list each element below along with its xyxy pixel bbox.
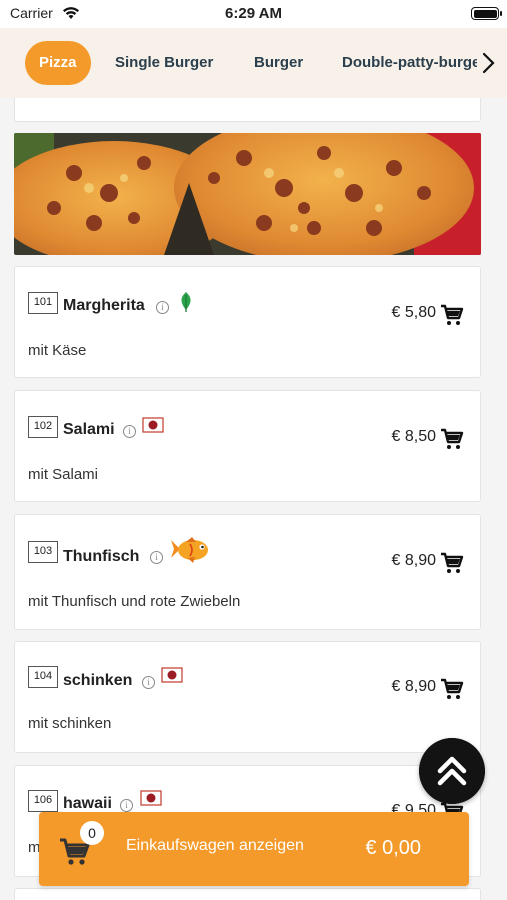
item-price: € 8,50 (391, 428, 436, 445)
meat-icon (142, 417, 164, 433)
item-number: 106 (28, 790, 58, 812)
tab-burger[interactable]: Burger (254, 41, 303, 85)
item-number: 104 (28, 666, 58, 688)
item-price: € 5,80 (391, 304, 436, 321)
tab-double-patty-burger[interactable]: Double-patty-burger (342, 41, 486, 85)
leaf-icon (181, 292, 191, 312)
clock: 6:29 AM (225, 5, 282, 22)
previous-card (14, 98, 481, 122)
item-description: mit schinken (28, 715, 112, 732)
view-cart-button[interactable]: 0 Einkaufswagen anzeigen € 0,00 (39, 812, 469, 886)
item-name: Salami (63, 421, 115, 438)
info-icon[interactable]: i (150, 551, 163, 564)
meat-icon (140, 790, 162, 806)
category-tab-bar: Pizza Single Burger Burger Double-patty-… (0, 28, 507, 98)
info-icon[interactable]: i (142, 676, 155, 689)
cart-total: € 0,00 (365, 837, 421, 859)
fish-icon (171, 537, 208, 563)
add-to-cart-icon[interactable] (440, 551, 464, 575)
item-price: € 8,90 (391, 678, 436, 695)
item-number: 103 (28, 541, 58, 563)
status-bar: Carrier 6:29 AM (0, 0, 507, 28)
info-icon[interactable]: i (123, 425, 136, 438)
add-to-cart-icon[interactable] (440, 427, 464, 451)
info-icon[interactable]: i (156, 301, 169, 314)
battery-icon (471, 7, 502, 20)
menu-item-card[interactable]: 104 schinken i mit schinken € 8,90 (14, 641, 481, 753)
meat-icon (161, 667, 183, 683)
item-description: mit Käse (28, 342, 87, 359)
scroll-to-top-button[interactable] (419, 738, 485, 804)
tab-single-burger[interactable]: Single Burger (115, 41, 213, 85)
chevron-right-icon[interactable] (477, 48, 499, 78)
item-description: mit Salami (28, 466, 99, 483)
tab-pizza[interactable]: Pizza (25, 41, 91, 85)
cart-count-badge: 0 (80, 821, 104, 845)
menu-item-card[interactable]: 102 Salami i mit Salami € 8,50 (14, 390, 481, 502)
item-number: 102 (28, 416, 58, 438)
item-name: Thunfisch (63, 548, 140, 565)
item-name: hawaii (63, 795, 112, 812)
add-to-cart-icon[interactable] (440, 303, 464, 327)
item-name: schinken (63, 672, 133, 689)
menu-item-card[interactable]: 103 Thunfisch i mit Thunfisch und rote Z… (14, 514, 481, 630)
menu-item-card[interactable] (14, 888, 481, 900)
add-to-cart-icon[interactable] (440, 677, 464, 701)
cart-label: Einkaufswagen anzeigen (126, 837, 304, 854)
info-icon[interactable]: i (120, 799, 133, 812)
item-price: € 8,90 (391, 552, 436, 569)
item-number: 101 (28, 292, 58, 314)
menu-item-card[interactable]: 101 Margherita i mit Käse € 5,80 (14, 266, 481, 378)
item-description: mit Thunfisch und rote Zwiebeln (28, 593, 241, 610)
item-name: Margherita (63, 297, 145, 314)
pizza-banner-image (14, 133, 481, 255)
